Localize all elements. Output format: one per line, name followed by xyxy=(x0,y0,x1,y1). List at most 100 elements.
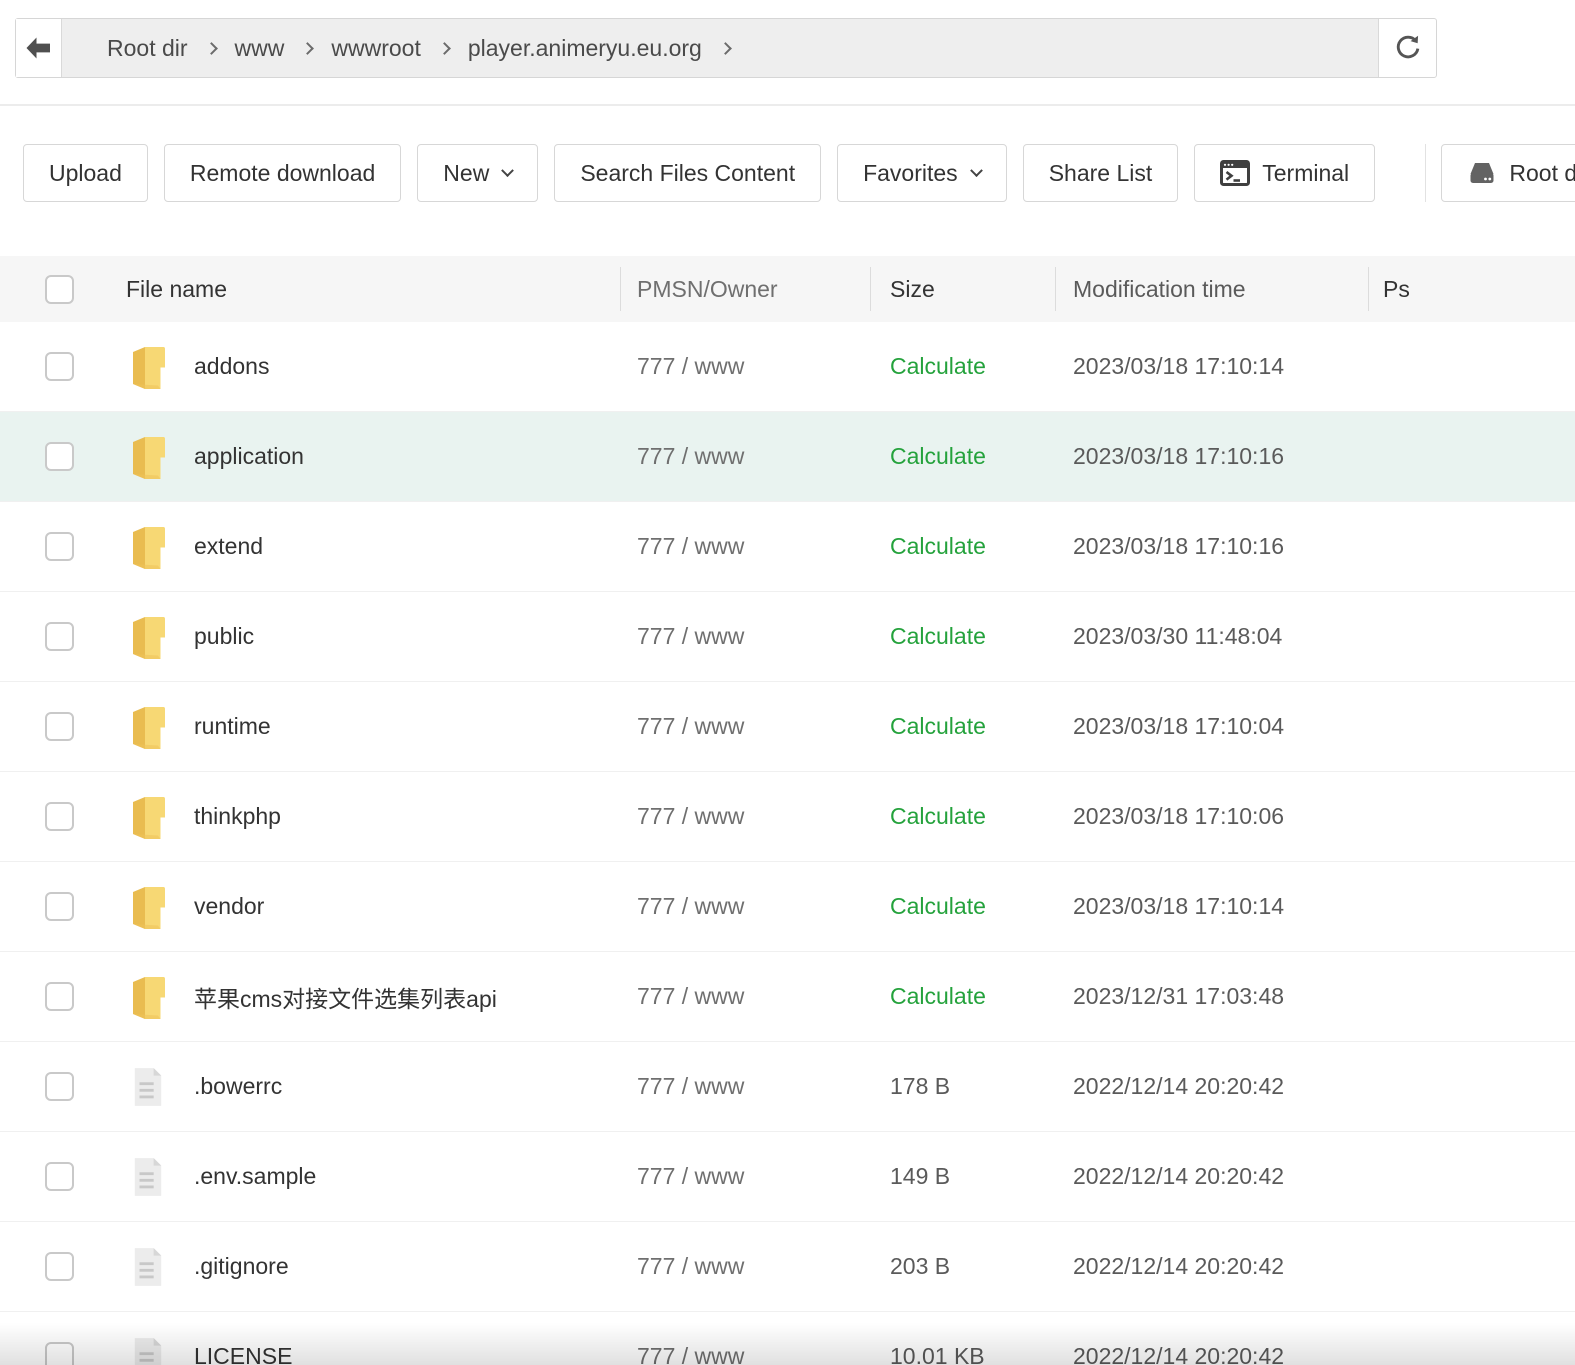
calculate-link[interactable]: Calculate xyxy=(890,983,986,1009)
column-modification-time[interactable]: Modification time xyxy=(1055,256,1368,322)
checkbox-cell xyxy=(0,352,118,381)
arrow-left-icon xyxy=(23,35,54,61)
checkbox-cell xyxy=(0,892,118,921)
calculate-link[interactable]: Calculate xyxy=(890,803,986,829)
table-header: File name PMSN/Owner Size Modification t… xyxy=(0,256,1575,322)
table-row[interactable]: .gitignore777 / www203 B2022/12/14 20:20… xyxy=(0,1222,1575,1312)
file-name[interactable]: .gitignore xyxy=(194,1253,289,1280)
folder-icon xyxy=(126,343,170,391)
row-checkbox[interactable] xyxy=(45,622,74,651)
size-cell: Calculate xyxy=(870,443,1055,470)
table-row[interactable]: 苹果cms对接文件选集列表api777 / wwwCalculate2023/1… xyxy=(0,952,1575,1042)
row-checkbox[interactable] xyxy=(45,1072,74,1101)
pmsn-owner: 777 / www xyxy=(620,1343,870,1365)
table-row[interactable]: thinkphp777 / wwwCalculate2023/03/18 17:… xyxy=(0,772,1575,862)
terminal-button[interactable]: Terminal xyxy=(1194,144,1375,202)
refresh-icon xyxy=(1393,33,1423,63)
row-checkbox[interactable] xyxy=(45,712,74,741)
file-name[interactable]: addons xyxy=(194,353,269,380)
row-checkbox[interactable] xyxy=(45,1342,74,1365)
checkbox-cell xyxy=(0,622,118,651)
file-name[interactable]: .env.sample xyxy=(194,1163,316,1190)
breadcrumb-item[interactable]: www xyxy=(235,35,285,62)
file-size: 178 B xyxy=(890,1073,950,1099)
table-row[interactable]: vendor777 / wwwCalculate2023/03/18 17:10… xyxy=(0,862,1575,952)
file-name-cell: vendor xyxy=(118,883,620,931)
pmsn-owner: 777 / www xyxy=(620,713,870,740)
folder-icon xyxy=(126,793,170,841)
file-name[interactable]: vendor xyxy=(194,893,264,920)
new-button[interactable]: New xyxy=(417,144,538,202)
row-checkbox[interactable] xyxy=(45,1252,74,1281)
remote-download-button[interactable]: Remote download xyxy=(164,144,401,202)
row-checkbox[interactable] xyxy=(45,352,74,381)
table-row[interactable]: .bowerrc777 / www178 B2022/12/14 20:20:4… xyxy=(0,1042,1575,1132)
file-name-cell: thinkphp xyxy=(118,793,620,841)
checkbox-cell xyxy=(0,1072,118,1101)
table-row[interactable]: application777 / wwwCalculate2023/03/18 … xyxy=(0,412,1575,502)
table-row[interactable]: .env.sample777 / www149 B2022/12/14 20:2… xyxy=(0,1132,1575,1222)
folder-icon xyxy=(126,883,170,931)
row-checkbox[interactable] xyxy=(45,802,74,831)
favorites-button[interactable]: Favorites xyxy=(837,144,1007,202)
share-list-button[interactable]: Share List xyxy=(1023,144,1179,202)
file-size: 203 B xyxy=(890,1253,950,1279)
file-name[interactable]: public xyxy=(194,623,254,650)
column-size[interactable]: Size xyxy=(870,256,1055,322)
file-name-cell: .env.sample xyxy=(118,1155,620,1199)
search-files-content-label: Search Files Content xyxy=(580,160,795,187)
size-cell: 149 B xyxy=(870,1163,1055,1190)
table-row[interactable]: extend777 / wwwCalculate2023/03/18 17:10… xyxy=(0,502,1575,592)
file-name[interactable]: 苹果cms对接文件选集列表api xyxy=(194,980,497,1014)
size-cell: 10.01 KB xyxy=(870,1343,1055,1365)
column-pmsn-owner[interactable]: PMSN/Owner xyxy=(620,256,870,322)
folder-icon xyxy=(126,523,170,571)
file-name-cell: runtime xyxy=(118,703,620,751)
calculate-link[interactable]: Calculate xyxy=(890,533,986,559)
table-row[interactable]: addons777 / wwwCalculate2023/03/18 17:10… xyxy=(0,322,1575,412)
breadcrumb-item[interactable]: wwwroot xyxy=(331,35,420,62)
size-cell: Calculate xyxy=(870,983,1055,1010)
column-file-name[interactable]: File name xyxy=(118,256,620,322)
upload-button[interactable]: Upload xyxy=(23,144,148,202)
terminal-icon xyxy=(1220,160,1250,186)
calculate-link[interactable]: Calculate xyxy=(890,623,986,649)
row-checkbox[interactable] xyxy=(45,1162,74,1191)
checkbox-cell xyxy=(0,442,118,471)
table-row[interactable]: runtime777 / wwwCalculate2023/03/18 17:1… xyxy=(0,682,1575,772)
breadcrumb-item[interactable]: player.animeryu.eu.org xyxy=(468,35,702,62)
checkbox-cell xyxy=(0,982,118,1011)
calculate-link[interactable]: Calculate xyxy=(890,893,986,919)
hard-disk-icon xyxy=(1467,158,1497,188)
file-name[interactable]: .bowerrc xyxy=(194,1073,282,1100)
file-icon xyxy=(126,1155,170,1199)
row-checkbox[interactable] xyxy=(45,532,74,561)
search-files-content-button[interactable]: Search Files Content xyxy=(554,144,821,202)
row-checkbox[interactable] xyxy=(45,892,74,921)
column-ps[interactable]: Ps xyxy=(1368,256,1575,322)
calculate-link[interactable]: Calculate xyxy=(890,713,986,739)
breadcrumb-item[interactable]: Root dir xyxy=(107,35,188,62)
select-all-checkbox[interactable] xyxy=(45,275,74,304)
file-name[interactable]: application xyxy=(194,443,304,470)
calculate-link[interactable]: Calculate xyxy=(890,353,986,379)
back-button[interactable] xyxy=(16,19,62,77)
table-row[interactable]: LICENSE777 / www10.01 KB2022/12/14 20:20… xyxy=(0,1312,1575,1365)
root-dir-button[interactable]: Root dir ( xyxy=(1441,144,1575,202)
refresh-button[interactable] xyxy=(1378,19,1436,77)
file-name[interactable]: extend xyxy=(194,533,263,560)
modification-time: 2023/03/18 17:10:06 xyxy=(1055,803,1368,830)
chevron-down-icon xyxy=(501,164,514,177)
modification-time: 2023/03/18 17:10:16 xyxy=(1055,443,1368,470)
size-cell: Calculate xyxy=(870,713,1055,740)
file-name[interactable]: LICENSE xyxy=(194,1343,292,1365)
file-name[interactable]: runtime xyxy=(194,713,271,740)
file-name[interactable]: thinkphp xyxy=(194,803,281,830)
row-checkbox[interactable] xyxy=(45,442,74,471)
file-name-cell: LICENSE xyxy=(118,1335,620,1365)
table-row[interactable]: public777 / wwwCalculate2023/03/30 11:48… xyxy=(0,592,1575,682)
calculate-link[interactable]: Calculate xyxy=(890,443,986,469)
new-label: New xyxy=(443,160,489,187)
size-cell: 178 B xyxy=(870,1073,1055,1100)
row-checkbox[interactable] xyxy=(45,982,74,1011)
